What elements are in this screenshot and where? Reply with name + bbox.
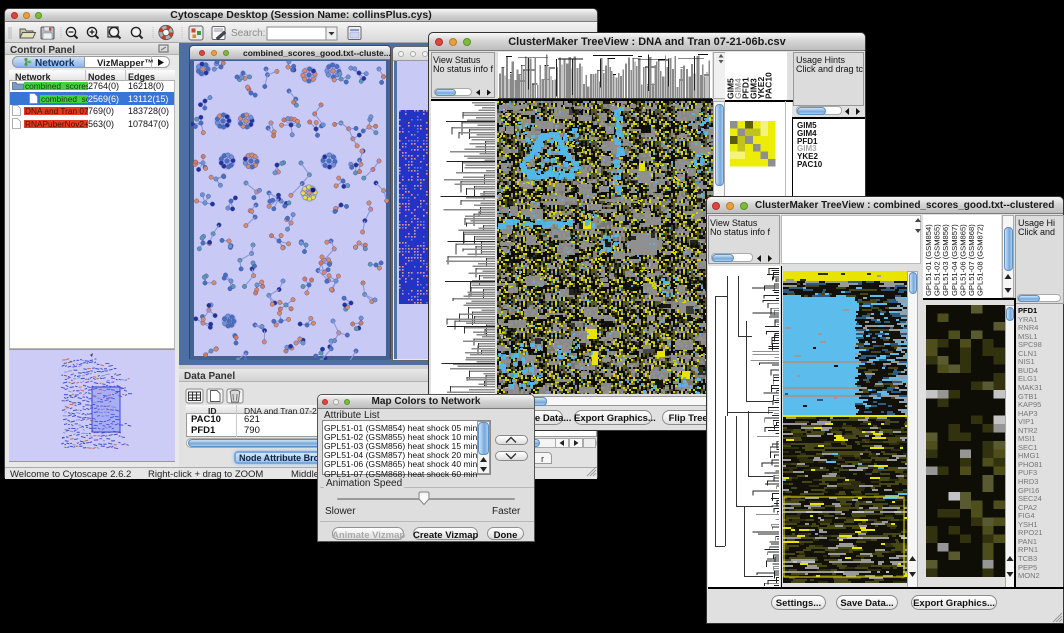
svg-text:GPL51-08 (GSM872): GPL51-08 (GSM872) [976,224,985,296]
svg-text:Search:: Search: [231,28,265,39]
svg-text:PAC10: PAC10 [764,72,774,99]
